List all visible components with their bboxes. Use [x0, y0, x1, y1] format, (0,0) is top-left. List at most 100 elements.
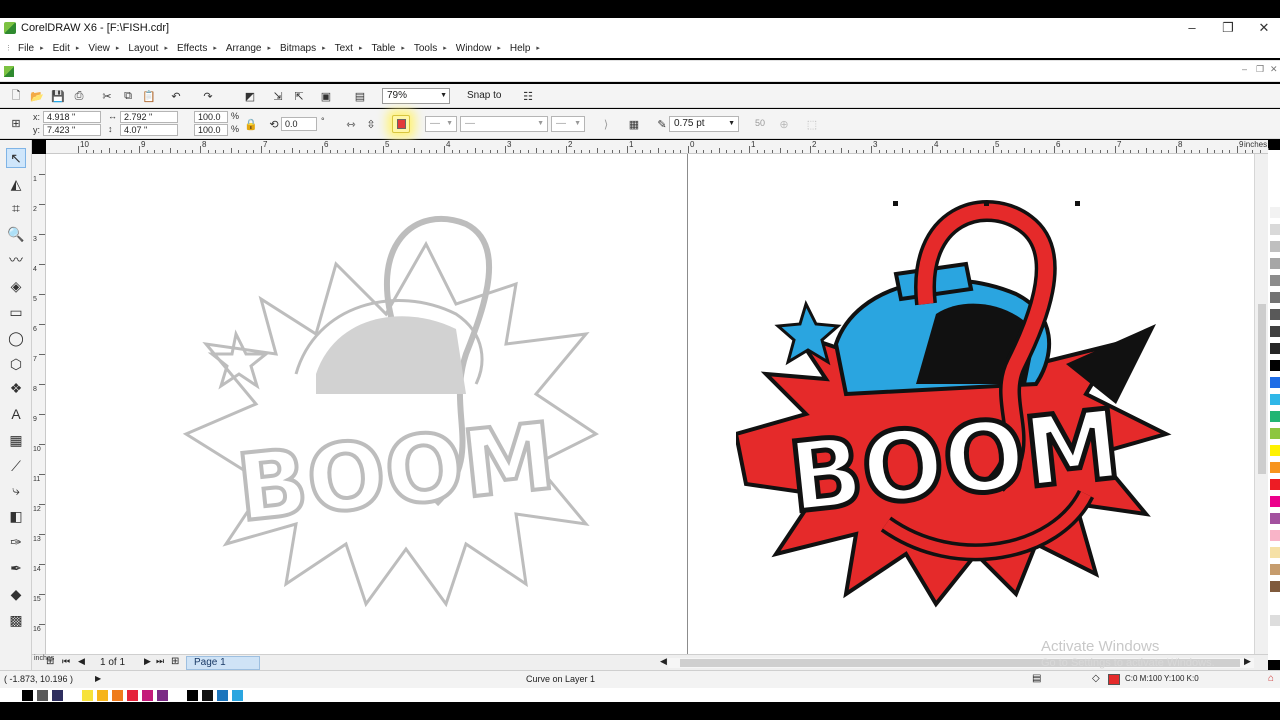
interactive-effects-tool-icon[interactable]: ◧ — [6, 506, 26, 526]
shape-tool-icon[interactable]: ◭ — [6, 174, 26, 194]
wrap-paragraph-icon[interactable]: ▦ — [626, 116, 642, 132]
crop-tool-icon[interactable]: ⌗ — [6, 198, 26, 218]
last-page-icon[interactable]: ⏭ — [156, 656, 164, 667]
smoothing-slider-icon[interactable]: ⊕ — [776, 116, 792, 132]
outline-pen-status-icon[interactable]: ⌂ — [1268, 673, 1274, 684]
document-palette-swatch[interactable] — [112, 690, 123, 701]
y-position-field[interactable]: 7.423 " — [43, 124, 101, 136]
tab-page-1[interactable]: Page 1 — [186, 656, 260, 670]
start-arrowhead-select[interactable]: — ▼ — [425, 116, 457, 132]
undo-icon[interactable]: ↶ — [168, 88, 184, 104]
palette-swatch[interactable] — [1270, 292, 1280, 304]
rotation-icon[interactable]: ⟲ — [266, 116, 282, 132]
palette-swatch[interactable] — [1270, 224, 1280, 236]
zoom-tool-icon[interactable]: 🔍 — [6, 224, 26, 244]
document-palette-swatch[interactable] — [187, 690, 198, 701]
menu-file[interactable]: File ▸ — [18, 43, 44, 54]
save-icon[interactable]: 💾 — [50, 88, 66, 104]
eyedropper-tool-icon[interactable]: ✑ — [6, 532, 26, 552]
interactive-fill-tool-icon[interactable]: ▩ — [6, 610, 26, 630]
menu-table[interactable]: Table ▸ — [371, 43, 404, 54]
palette-swatch[interactable] — [1270, 377, 1280, 389]
palette-swatch[interactable] — [1270, 241, 1280, 253]
vertical-scroll-thumb[interactable] — [1258, 304, 1266, 474]
copy-icon[interactable]: ⧉ — [120, 88, 136, 104]
palette-swatch[interactable] — [1270, 462, 1280, 474]
paste-icon[interactable]: 📋 — [141, 88, 157, 104]
close-curve-icon[interactable]: ⟩ — [598, 116, 614, 132]
redo-icon[interactable]: ↷ — [200, 88, 216, 104]
traced-bitmap-artwork[interactable]: BOOM — [166, 204, 626, 624]
palette-swatch[interactable] — [1270, 598, 1280, 610]
doc-close-button[interactable]: ✕ — [1270, 64, 1278, 75]
outline-tool-icon[interactable]: ✒ — [6, 558, 26, 578]
text-wrap-button[interactable] — [392, 115, 410, 133]
palette-swatch[interactable] — [1270, 394, 1280, 406]
next-page-icon[interactable]: ▶ — [144, 656, 151, 667]
palette-swatch[interactable] — [1270, 581, 1280, 593]
welcome-screen-icon[interactable]: ▤ — [352, 88, 368, 104]
rotation-angle-field[interactable]: 0.0 — [281, 117, 317, 131]
scale-width-field[interactable]: 100.0 — [194, 111, 228, 123]
add-page-after-icon[interactable]: ⊞ — [171, 656, 179, 667]
dimension-tool-icon[interactable]: ⟋ — [6, 456, 26, 476]
new-document-icon[interactable]: 🗋 — [8, 88, 24, 104]
palette-swatch[interactable] — [1270, 513, 1280, 525]
export-icon[interactable]: ⇱ — [291, 88, 307, 104]
menu-edit[interactable]: Edit ▸ — [53, 43, 80, 54]
scale-height-field[interactable]: 100.0 — [194, 124, 228, 136]
selection-handles[interactable] — [893, 201, 1080, 206]
basic-shapes-tool-icon[interactable]: ❖ — [6, 378, 26, 398]
palette-swatch[interactable] — [1270, 428, 1280, 440]
freehand-tool-icon[interactable]: 〰 — [6, 250, 26, 270]
menu-tools[interactable]: Tools ▸ — [414, 43, 447, 54]
previous-page-icon[interactable]: ◀ — [78, 656, 85, 667]
document-palette-swatch[interactable] — [172, 690, 183, 701]
palette-swatch[interactable] — [1270, 547, 1280, 559]
menu-help[interactable]: Help ▸ — [510, 43, 540, 54]
palette-swatch[interactable] — [1270, 190, 1280, 202]
mirror-horizontal-icon[interactable]: ⇿ — [343, 116, 359, 132]
palette-swatch[interactable] — [1270, 496, 1280, 508]
document-palette-swatch[interactable] — [217, 690, 228, 701]
create-boundary-icon[interactable]: ⬚ — [804, 116, 820, 132]
mirror-vertical-icon[interactable]: ⇳ — [363, 116, 379, 132]
palette-swatch[interactable] — [1270, 479, 1280, 491]
menu-window[interactable]: Window ▸ — [456, 43, 501, 54]
document-color-icon[interactable]: ▤ — [1032, 673, 1041, 684]
horizontal-ruler[interactable]: inches 10 9 8 7 6 5 4 3 2 1 0 1 2 3 4 5 6 7 8 9 — [46, 140, 1277, 154]
palette-swatch[interactable] — [1270, 615, 1280, 627]
table-tool-icon[interactable]: ▦ — [6, 430, 26, 450]
end-arrowhead-select[interactable]: — ▼ — [551, 116, 585, 132]
menu-effects[interactable]: Effects ▸ — [177, 43, 217, 54]
vertical-ruler[interactable]: 1 2 3 4 5 6 7 8 9 10 11 12 13 14 15 16 — [32, 154, 46, 654]
vertical-scrollbar[interactable] — [1254, 154, 1268, 654]
search-content-icon[interactable]: ◩ — [242, 88, 258, 104]
menu-view[interactable]: View ▸ — [88, 43, 119, 54]
document-palette-swatch[interactable] — [142, 690, 153, 701]
print-icon[interactable]: ⎙ — [71, 88, 87, 104]
fill-tool-icon[interactable]: ◆ — [6, 584, 26, 604]
document-palette-swatch[interactable] — [232, 690, 243, 701]
object-origin-icon[interactable]: ⊞ — [8, 115, 24, 131]
doc-restore-button[interactable]: ❐ — [1256, 64, 1264, 75]
add-page-icon[interactable]: ⊞ — [46, 656, 54, 667]
document-palette-swatch[interactable] — [37, 690, 48, 701]
ellipse-tool-icon[interactable]: ◯ — [6, 328, 26, 348]
palette-swatch[interactable] — [1270, 445, 1280, 457]
application-launcher-icon[interactable]: ▣ — [318, 88, 334, 104]
menu-text[interactable]: Text ▸ — [335, 43, 363, 54]
scroll-right-icon[interactable]: ▶ — [1244, 656, 1251, 667]
palette-swatch[interactable] — [1270, 564, 1280, 576]
open-folder-icon[interactable]: 📂 — [29, 88, 45, 104]
palette-swatch[interactable] — [1270, 530, 1280, 542]
palette-swatch[interactable] — [1270, 207, 1280, 219]
doc-minimize-button[interactable]: – — [1242, 64, 1247, 74]
document-palette-swatch[interactable] — [97, 690, 108, 701]
scroll-left-icon[interactable]: ◀ — [660, 656, 667, 667]
menu-layout[interactable]: Layout ▸ — [128, 43, 168, 54]
lock-ratio-icon[interactable]: 🔒 — [243, 116, 259, 132]
import-icon[interactable]: ⇲ — [270, 88, 286, 104]
drawing-canvas[interactable]: BOOM BOOM — [46, 154, 1270, 654]
minimize-button[interactable]: – — [1174, 18, 1210, 38]
